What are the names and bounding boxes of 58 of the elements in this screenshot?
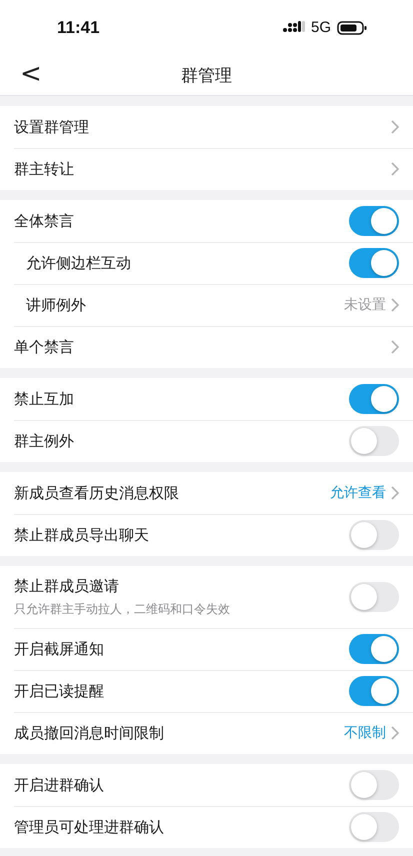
chevron-icon (391, 120, 399, 134)
back-button[interactable]: < (14, 59, 48, 89)
toggle-switch[interactable] (349, 520, 399, 550)
row-label: 设置群管理 (14, 118, 89, 136)
toggle-switch[interactable] (349, 384, 399, 414)
toggle-switch[interactable] (349, 248, 399, 278)
row-value: 允许查看 (330, 484, 386, 502)
network-label: 5G (310, 19, 331, 36)
toggle-switch[interactable] (349, 426, 399, 456)
settings-row[interactable]: 开启截屏通知 (0, 628, 413, 670)
settings-row[interactable]: 成员撤回消息时间限制 不限制 (0, 712, 413, 754)
settings-row[interactable]: 单个禁言 (0, 326, 413, 368)
row-label: 群主例外 (14, 432, 74, 450)
row-label: 全体禁言 (14, 212, 74, 230)
row-label: 开启进群确认 (14, 776, 104, 794)
chevron-icon (391, 298, 399, 312)
row-label: 单个禁言 (14, 338, 74, 356)
row-label: 新成员查看历史消息权限 (14, 484, 179, 502)
row-label: 允许侧边栏互动 (26, 254, 131, 272)
page-title: 群管理 (181, 64, 232, 86)
settings-row[interactable]: 设置群管理 (0, 106, 413, 148)
settings-row[interactable]: 讲师例外 未设置 (0, 284, 413, 326)
chevron-icon (391, 486, 399, 500)
status-time: 11:41 (57, 18, 100, 38)
toggle-switch[interactable] (349, 812, 399, 842)
chevron-icon (391, 162, 399, 176)
settings-row[interactable]: 禁止群成员导出聊天 (0, 514, 413, 556)
row-value: 不限制 (344, 724, 386, 742)
row-label: 开启截屏通知 (14, 640, 104, 658)
row-label: 禁止群成员导出聊天 (14, 526, 149, 544)
settings-row[interactable]: 开启进群确认 (0, 764, 413, 806)
settings-row[interactable]: 全体禁言 (0, 200, 413, 242)
row-label: 讲师例外 (26, 296, 86, 314)
row-value: 未设置 (344, 296, 386, 314)
toggle-switch[interactable] (349, 676, 399, 706)
settings-row[interactable]: 禁止群成员邀请 只允许群主手动拉人，二维码和口令失效 (0, 566, 413, 628)
settings-row[interactable]: 群主例外 (0, 420, 413, 462)
row-hint: 只允许群主手动拉人，二维码和口令失效 (14, 600, 230, 618)
signal-icon (282, 21, 305, 34)
toggle-switch[interactable] (349, 582, 399, 612)
chevron-icon (391, 340, 399, 354)
settings-row[interactable]: 禁止互加 (0, 378, 413, 420)
toggle-switch[interactable] (349, 206, 399, 236)
row-label: 群主转让 (14, 160, 74, 178)
settings-row[interactable]: 开启已读提醒 (0, 670, 413, 712)
row-label: 管理员可处理进群确认 (14, 818, 164, 836)
row-label: 禁止群成员邀请 (14, 576, 120, 596)
settings-row[interactable]: 允许侧边栏互动 (0, 242, 413, 284)
toggle-switch[interactable] (349, 634, 399, 664)
toggle-switch[interactable] (349, 770, 399, 800)
row-label: 成员撤回消息时间限制 (14, 724, 164, 742)
battery-icon (337, 20, 367, 34)
row-label: 禁止互加 (14, 390, 74, 408)
row-label: 开启已读提醒 (14, 682, 104, 700)
settings-row[interactable]: 管理员可处理进群确认 (0, 806, 413, 848)
chevron-icon (391, 726, 399, 740)
settings-row[interactable]: 群主转让 (0, 148, 413, 190)
settings-row[interactable]: 新成员查看历史消息权限 允许查看 (0, 472, 413, 514)
